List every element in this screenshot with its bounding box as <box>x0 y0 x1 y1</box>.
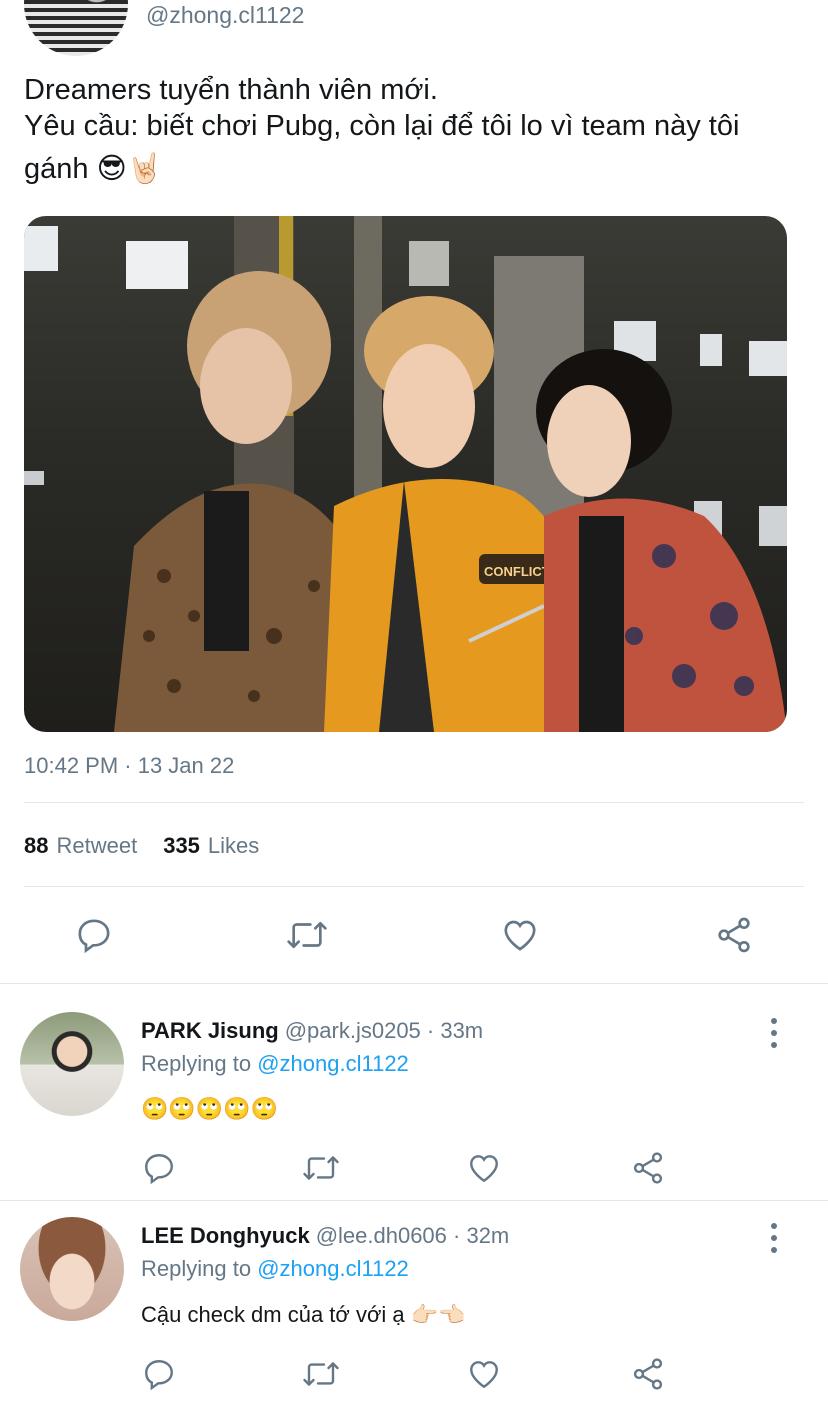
window-light <box>759 506 787 546</box>
reply-meta: @park.js0205 · 33m <box>284 1018 484 1043</box>
reply-button[interactable] <box>138 1148 180 1188</box>
likes-label: Likes <box>207 833 260 858</box>
tweet-line: gánh 😎🤘🏻 <box>24 153 163 185</box>
retweet-button[interactable] <box>284 914 330 956</box>
reply-avatar[interactable] <box>20 1012 124 1116</box>
like-button[interactable] <box>463 1354 505 1394</box>
more-vertical-icon[interactable] <box>764 1018 784 1048</box>
likes-stat[interactable]: 335 Likes <box>163 833 259 859</box>
divider <box>0 1200 828 1201</box>
heart-icon <box>470 1361 498 1389</box>
reply-meta: @lee.dh0606 · 32m <box>315 1223 510 1248</box>
window-light <box>24 471 44 485</box>
retweet-label: Retweet <box>56 833 138 858</box>
likes-count: 335 <box>163 833 200 858</box>
face-left <box>200 328 292 444</box>
replying-to: Replying to @zhong.cl1122 <box>141 1256 409 1282</box>
reply-button[interactable] <box>138 1354 180 1394</box>
tweet-line: Dreamers tuyển thành viên mới. <box>24 74 438 106</box>
window-light <box>700 334 722 366</box>
author-avatar[interactable] <box>24 0 128 56</box>
replying-prefix: Replying to <box>141 1051 252 1076</box>
reply-avatar[interactable] <box>20 1217 124 1321</box>
share-button[interactable] <box>627 1354 669 1394</box>
retweet-icon <box>303 1362 339 1386</box>
face-middle <box>383 344 475 468</box>
tweet-stats: 88 Retweet 335 Likes <box>24 833 259 859</box>
window-light <box>749 341 787 376</box>
retweet-icon <box>303 1156 339 1180</box>
share-button[interactable] <box>712 914 756 956</box>
retweet-button[interactable] <box>299 1354 343 1394</box>
window-light <box>126 241 188 289</box>
share-icon <box>633 1152 663 1184</box>
patch-text: CONFLICT <box>484 564 550 579</box>
mention-link[interactable]: @zhong.cl1122 <box>257 1256 409 1281</box>
tweet-photo[interactable]: CONFLICT <box>24 216 787 732</box>
like-button[interactable] <box>463 1148 505 1188</box>
tweet-timestamp[interactable]: 10:42 PM · 13 Jan 22 <box>24 753 234 779</box>
retweet-stat[interactable]: 88 Retweet <box>24 833 137 859</box>
divider <box>24 886 804 887</box>
tshirt-right <box>579 516 624 732</box>
share-icon <box>718 917 750 953</box>
more-vertical-icon[interactable] <box>764 1223 784 1253</box>
retweet-button[interactable] <box>299 1148 343 1188</box>
like-button[interactable] <box>498 914 542 956</box>
retweet-count: 88 <box>24 833 49 858</box>
reply-button[interactable] <box>72 914 116 956</box>
face-right <box>547 385 631 497</box>
author-handle[interactable]: @zhong.cl1122 <box>146 2 304 29</box>
photo-illustration: CONFLICT <box>24 216 787 732</box>
retweet-icon <box>287 922 327 948</box>
reply-icon <box>78 919 110 954</box>
electrical-box <box>409 241 449 286</box>
heart-icon <box>504 920 536 951</box>
divider <box>0 983 828 984</box>
heart-icon <box>470 1155 498 1183</box>
reply-body: Cậu check dm của tớ với ạ 👉🏻👈🏻 <box>141 1302 466 1327</box>
replying-to: Replying to @zhong.cl1122 <box>141 1051 409 1077</box>
mention-link[interactable]: @zhong.cl1122 <box>257 1051 409 1076</box>
tweet-line: Yêu cầu: biết chơi Pubg, còn lại để tôi … <box>24 110 740 142</box>
tshirt-left <box>204 491 249 651</box>
reply-name[interactable]: PARK Jisung <box>141 1018 279 1043</box>
divider <box>24 802 804 803</box>
share-icon <box>633 1358 663 1390</box>
share-button[interactable] <box>627 1148 669 1188</box>
replying-prefix: Replying to <box>141 1256 252 1281</box>
reply-icon <box>145 1360 173 1391</box>
reply-name[interactable]: LEE Donghyuck <box>141 1223 310 1248</box>
reply-icon <box>145 1154 173 1185</box>
reply-header: LEE Donghyuck @lee.dh0606 · 32m <box>141 1223 509 1249</box>
reply-header: PARK Jisung @park.js0205 · 33m <box>141 1018 483 1044</box>
window-light <box>24 226 58 271</box>
reply-body: 🙄🙄🙄🙄🙄 <box>141 1096 278 1121</box>
tweet-text: Dreamers tuyển thành viên mới. Yêu cầu: … <box>24 72 814 187</box>
